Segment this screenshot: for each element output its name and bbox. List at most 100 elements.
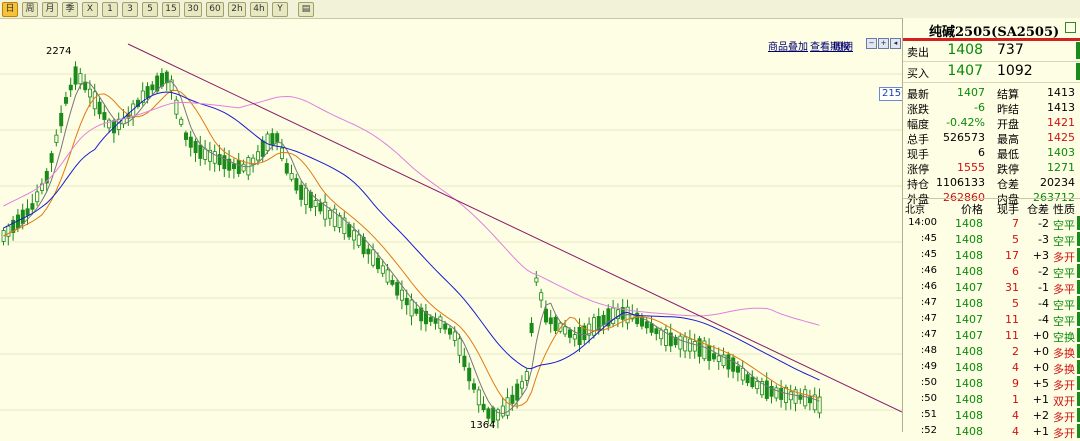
trade-volume: 11 <box>1005 329 1019 342</box>
period-button[interactable]: 30 <box>184 2 202 17</box>
trade-time: :50 <box>920 393 937 404</box>
trade-price: 1408 <box>955 377 983 390</box>
period-button[interactable]: 15 <box>162 2 180 17</box>
candle-body <box>563 326 568 335</box>
trade-row: :46 1407 31 -1 多平 <box>903 279 1080 296</box>
period-button[interactable]: 5 <box>142 2 158 17</box>
stat-row: 总手 526573 最高 1425 <box>903 130 1080 146</box>
period-button[interactable]: Y <box>272 2 288 17</box>
trade-price: 1408 <box>955 217 983 230</box>
period-button[interactable]: ▤ <box>298 2 314 17</box>
period-button[interactable]: 月 <box>42 2 58 17</box>
trade-time: 14:00 <box>908 217 937 228</box>
trade-volume: 7 <box>1012 217 1019 230</box>
trade-price: 1408 <box>955 393 983 406</box>
trade-time: :48 <box>920 345 937 356</box>
trade-time: :46 <box>920 265 937 276</box>
candle-body <box>54 134 59 143</box>
quote-panel: 纯碱2505(SA2505) 卖出 1408 737 买入 1407 1092 … <box>902 18 1080 440</box>
kline-chart[interactable]: 商品叠加 查看期权 周期 − + ◂ 2274 1364 <box>0 18 902 432</box>
trade-row: :51 1408 4 +2 多开 <box>903 407 1080 424</box>
candle-body <box>414 308 419 314</box>
period-button[interactable]: 3 <box>122 2 138 17</box>
trade-oi-change: -1 <box>1038 281 1049 294</box>
period-button[interactable]: 2h <box>228 2 246 17</box>
trade-row: 14:00 1408 7 -2 空平 <box>903 215 1080 232</box>
candle-body <box>303 187 308 205</box>
candle-body <box>188 136 193 148</box>
candle-body <box>462 355 467 368</box>
candle-body <box>366 248 371 255</box>
candle-body <box>529 322 534 334</box>
candle-body <box>534 277 539 283</box>
period-button[interactable]: 60 <box>206 2 224 17</box>
window-toggle-icon[interactable] <box>1065 22 1076 33</box>
zoom-in-button[interactable]: + <box>878 38 889 49</box>
candle-body <box>203 148 208 160</box>
period-link[interactable]: 周期 <box>833 38 853 53</box>
candle-body <box>390 279 395 285</box>
candle-body <box>803 389 808 407</box>
candle-body <box>755 381 760 390</box>
bid-label: 买入 <box>907 67 929 80</box>
candle-body <box>212 151 217 164</box>
candle-body <box>241 163 246 172</box>
candle-body <box>692 341 697 352</box>
period-button[interactable]: 季 <box>62 2 78 17</box>
candle-body <box>179 118 184 125</box>
bid-price: 1407 <box>947 63 983 79</box>
trade-volume: 1 <box>1012 393 1019 406</box>
candle-body <box>255 151 260 161</box>
candle-body <box>270 133 275 145</box>
trade-volume: 6 <box>1012 265 1019 278</box>
candle-body <box>35 191 40 203</box>
candle-body <box>707 345 712 361</box>
candle-body <box>371 249 376 266</box>
candle-body <box>318 202 323 212</box>
candle-body <box>299 184 304 200</box>
candle-body <box>764 380 769 399</box>
trade-row: :46 1408 6 -2 空平 <box>903 263 1080 280</box>
scroll-left-button[interactable]: ◂ <box>890 38 901 49</box>
candle-body <box>649 323 654 333</box>
candle-body <box>385 269 390 283</box>
candle-body <box>683 336 688 352</box>
candle-body <box>92 91 97 110</box>
trade-time: :45 <box>920 249 937 260</box>
zoom-out-button[interactable]: − <box>866 38 877 49</box>
trade-row: :49 1408 4 +0 多换 <box>903 359 1080 376</box>
period-button[interactable]: 周 <box>22 2 38 17</box>
candle-body <box>64 97 69 104</box>
candle-body <box>457 338 462 356</box>
period-button[interactable]: 1 <box>102 2 118 17</box>
stat-value: 6 <box>978 146 985 159</box>
candle-body <box>726 354 731 370</box>
trade-row: :47 1407 11 -4 空平 <box>903 311 1080 328</box>
candle-body <box>20 209 25 224</box>
candle-body <box>327 209 332 219</box>
trade-oi-change: -2 <box>1038 265 1049 278</box>
candle-body <box>601 314 606 326</box>
candle-body <box>817 396 822 414</box>
ask-bar <box>1076 42 1080 59</box>
stat-value: 1413 <box>1047 101 1075 114</box>
candle-body <box>520 381 525 389</box>
trade-nature: 多开 <box>1053 427 1075 440</box>
bid-volume: 1092 <box>997 63 1033 79</box>
candle-body <box>745 374 750 384</box>
candle-body <box>784 386 789 403</box>
ma10-line <box>3 89 820 407</box>
candle-body <box>183 132 188 140</box>
candle-body <box>428 316 433 322</box>
period-button[interactable]: 日 <box>2 2 18 17</box>
trade-time: :52 <box>920 425 937 436</box>
overlay-commodity-link[interactable]: 商品叠加 <box>768 38 808 53</box>
candle-body <box>198 144 203 159</box>
period-button[interactable]: 4h <box>250 2 268 17</box>
period-button[interactable]: X <box>82 2 98 17</box>
candle-body <box>544 308 549 323</box>
ask-row: 卖出 1408 737 <box>903 41 1080 62</box>
trade-price: 1408 <box>955 233 983 246</box>
candle-body <box>688 338 693 352</box>
trade-row: :45 1408 5 -3 空平 <box>903 231 1080 248</box>
